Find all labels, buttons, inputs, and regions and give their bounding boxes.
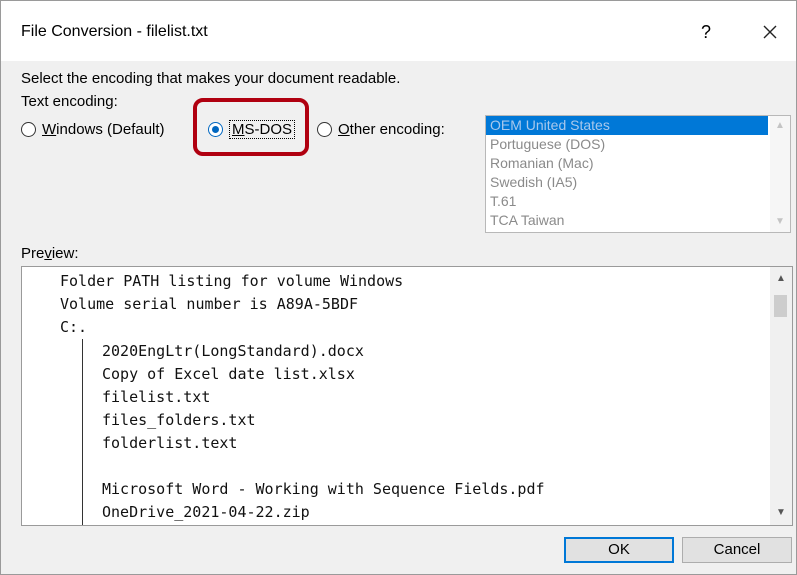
ok-button[interactable]: OK: [564, 537, 674, 563]
scroll-down-icon[interactable]: ▼: [776, 507, 786, 518]
preview-label: Preview:: [21, 245, 79, 262]
encoding-item[interactable]: Swedish (IA5): [486, 173, 790, 192]
encoding-item[interactable]: TCA Taiwan: [486, 211, 790, 230]
radio-label: Windows (Default): [42, 120, 165, 138]
preview-line: 2020EngLtr(LongStandard).docx: [102, 342, 364, 360]
preview-line: Microsoft Word - Working with Sequence F…: [102, 480, 545, 498]
preview-line: files_folders.txt: [102, 411, 256, 429]
scroll-up-icon[interactable]: ▲: [776, 273, 786, 284]
preview-line: filelist.txt: [102, 388, 211, 406]
close-button[interactable]: [753, 17, 787, 47]
title-bar: File Conversion - filelist.txt ?: [1, 1, 796, 61]
encoding-item[interactable]: Portuguese (DOS): [486, 135, 790, 154]
scroll-down-icon[interactable]: ▼: [775, 216, 785, 227]
preview-line: C:.: [60, 318, 88, 336]
dialog-title: File Conversion - filelist.txt: [21, 23, 208, 40]
encoding-scrollbar[interactable]: ▲ ▼: [770, 116, 790, 232]
file-conversion-dialog: File Conversion - filelist.txt ? Select …: [0, 0, 797, 575]
radio-other-encoding[interactable]: Other encoding:: [317, 117, 445, 141]
close-icon: [763, 25, 777, 39]
annotation-highlight-box: [193, 98, 309, 156]
preview-line: Copy of Excel date list.xlsx: [102, 365, 355, 383]
scroll-up-icon[interactable]: ▲: [775, 120, 785, 131]
text-encoding-label: Text encoding:: [21, 93, 118, 110]
instruction-text: Select the encoding that makes your docu…: [21, 70, 401, 87]
radio-windows-default[interactable]: Windows (Default): [21, 117, 165, 141]
preview-line: OneDrive_2021-04-22.zip: [102, 503, 310, 521]
encoding-item[interactable]: Romanian (Mac): [486, 154, 790, 173]
preview-scrollbar[interactable]: ▲ ▼: [770, 267, 792, 525]
encoding-listbox[interactable]: OEM United States Portuguese (DOS) Roman…: [485, 115, 791, 233]
preview-pane[interactable]: Folder PATH listing for volume Windows V…: [21, 266, 793, 526]
encoding-item[interactable]: T.61: [486, 192, 790, 211]
preview-line: Volume serial number is A89A-5BDF: [60, 295, 359, 313]
help-button[interactable]: ?: [691, 17, 721, 47]
tree-connector: [82, 339, 83, 525]
radio-label: Other encoding:: [338, 120, 445, 138]
encoding-item[interactable]: OEM United States: [486, 116, 768, 135]
radio-circle[interactable]: [317, 121, 332, 137]
scroll-thumb[interactable]: [774, 295, 787, 317]
radio-circle[interactable]: [21, 121, 36, 137]
preview-line: folderlist.text: [102, 434, 238, 452]
cancel-button[interactable]: Cancel: [682, 537, 792, 563]
preview-line: Folder PATH listing for volume Windows: [60, 272, 404, 290]
